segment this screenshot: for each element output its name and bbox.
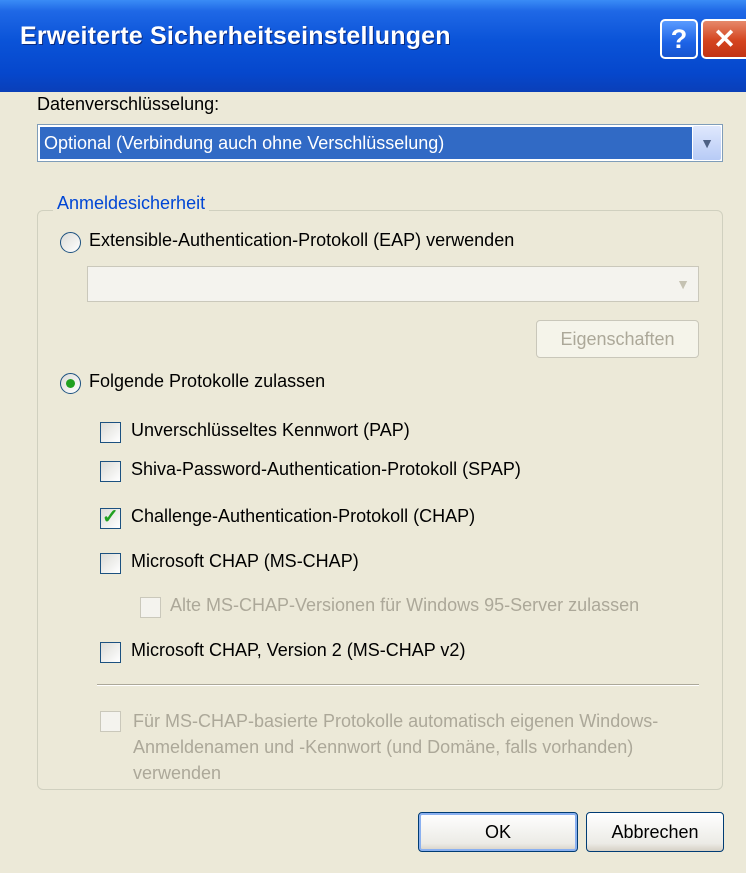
old-ms-chap-label: Alte MS-CHAP-Versionen für Windows 95-Se… [170,595,640,615]
chap-checkbox[interactable]: ✓ [100,506,121,529]
close-button[interactable]: ✕ [701,19,746,59]
radio-selected-dot [66,379,75,388]
encryption-label: Datenverschlüsselung: [37,94,220,114]
chevron-down-icon[interactable]: ▼ [693,126,721,160]
pap-label[interactable]: Unverschlüsseltes Kennwort (PAP) [131,420,410,441]
dialog-window: Erweiterte Sicherheitseinstellungen ? ✕ … [0,0,746,873]
spap-label[interactable]: Shiva-Password-Authentication-Protokoll … [131,459,521,480]
spap-checkbox[interactable] [100,461,121,482]
ok-button[interactable]: OK [418,812,578,852]
properties-button: Eigenschaften [536,320,699,358]
pap-checkbox[interactable] [100,422,121,443]
check-mark-icon: ✓ [102,506,119,528]
chap-label[interactable]: Challenge-Authentication-Protokoll (CHAP… [131,506,475,527]
ms-chap-label[interactable]: Microsoft CHAP (MS-CHAP) [131,551,359,572]
auto-logon-checkbox [100,711,121,732]
eap-radio-label[interactable]: Extensible-Authentication-Protokoll (EAP… [89,230,514,251]
logon-security-group-title: Anmeldesicherheit [53,193,210,214]
separator [97,684,699,686]
ms-chap-v2-checkbox[interactable] [100,642,121,663]
protocols-radio[interactable] [60,373,81,394]
chevron-down-icon: ▼ [669,268,697,300]
auto-logon-label: Für MS-CHAP-basierte Protokolle automati… [133,711,659,783]
protocols-radio-label[interactable]: Folgende Protokolle zulassen [89,371,325,392]
old-ms-chap-checkbox [140,597,161,618]
help-button[interactable]: ? [660,19,698,59]
encryption-selected-value: Optional (Verbindung auch ohne Verschlüs… [40,127,692,159]
ms-chap-v2-label[interactable]: Microsoft CHAP, Version 2 (MS-CHAP v2) [131,640,465,661]
window-title: Erweiterte Sicherheitseinstellungen [20,22,451,50]
encryption-select[interactable]: Optional (Verbindung auch ohne Verschlüs… [37,124,723,162]
cancel-button[interactable]: Abbrechen [586,812,724,852]
eap-radio[interactable] [60,232,81,253]
eap-select: ▼ [87,266,699,302]
title-bar[interactable]: Erweiterte Sicherheitseinstellungen ? ✕ [0,0,746,92]
ms-chap-checkbox[interactable] [100,553,121,574]
